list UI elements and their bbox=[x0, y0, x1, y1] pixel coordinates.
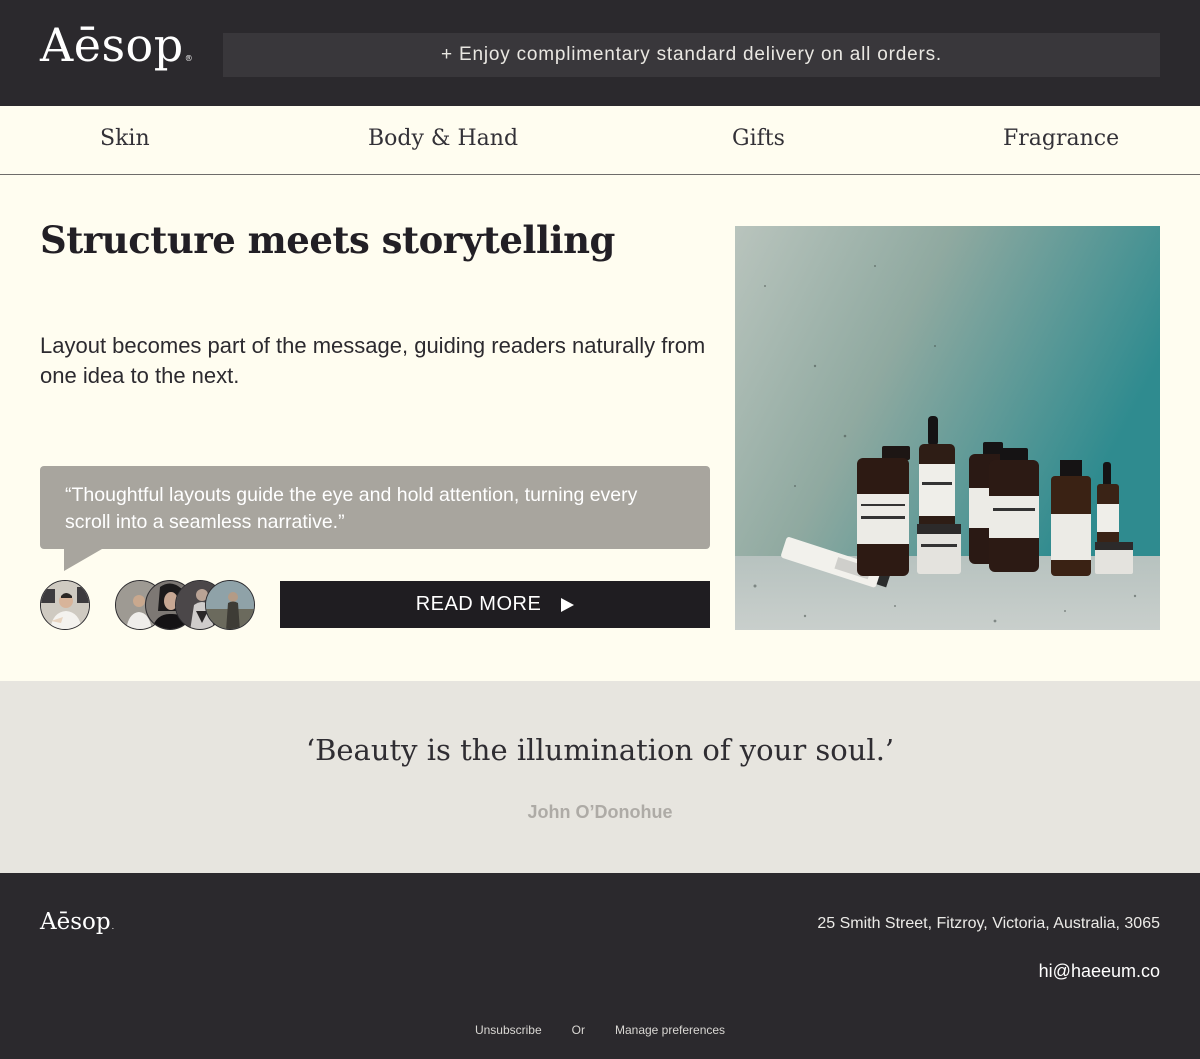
nav-item-fragrance[interactable]: Fragrance bbox=[1003, 126, 1119, 151]
brand-logo[interactable]: Aēsop® bbox=[40, 22, 193, 68]
logo-mark: ® bbox=[184, 54, 194, 63]
top-header: Aēsop® + Enjoy complimentary standard de… bbox=[0, 0, 1200, 106]
footer-logo-mark: . bbox=[111, 922, 115, 931]
footer-links: Unsubscribe Or Manage preferences bbox=[0, 1023, 1200, 1037]
nav-item-body-hand[interactable]: Body & Hand bbox=[368, 126, 518, 151]
read-more-label: READ MORE bbox=[415, 593, 542, 615]
main-nav: Skin Body & Hand Gifts Fragrance bbox=[0, 106, 1200, 175]
or-separator: Or bbox=[571, 1023, 585, 1037]
avatar[interactable] bbox=[40, 580, 90, 630]
manage-preferences-link[interactable]: Manage preferences bbox=[615, 1023, 725, 1037]
bubble-tail bbox=[64, 549, 102, 571]
hero-product-image bbox=[735, 226, 1160, 630]
quote-section: ‘Beauty is the illumination of your soul… bbox=[0, 681, 1200, 873]
unsubscribe-link[interactable]: Unsubscribe bbox=[475, 1023, 542, 1037]
nav-item-gifts[interactable]: Gifts bbox=[732, 126, 785, 151]
nav-item-skin[interactable]: Skin bbox=[100, 126, 150, 151]
hero-title: Structure meets storytelling bbox=[40, 218, 615, 262]
featured-quote: ‘Beauty is the illumination of your soul… bbox=[305, 733, 895, 767]
avatar[interactable] bbox=[205, 580, 255, 630]
person-photo-icon bbox=[41, 581, 89, 629]
promo-banner: + Enjoy complimentary standard delivery … bbox=[223, 33, 1160, 77]
footer-address: 25 Smith Street, Fitzroy, Victoria, Aust… bbox=[817, 915, 1160, 932]
quote-author: John O’Donohue bbox=[527, 802, 673, 822]
person-photo-icon bbox=[206, 581, 254, 629]
testimonial-bubble: “Thoughtful layouts guide the eye and ho… bbox=[40, 466, 710, 549]
logo-text: Aēsop bbox=[40, 18, 184, 72]
footer-email-link[interactable]: hi@haeeum.co bbox=[1039, 961, 1160, 982]
read-more-button[interactable]: READ MORE bbox=[280, 581, 710, 628]
product-bottles-illustration bbox=[735, 226, 1160, 630]
play-icon bbox=[561, 597, 575, 612]
footer-logo[interactable]: Aēsop. bbox=[40, 909, 114, 935]
hero-description: Layout becomes part of the message, guid… bbox=[40, 333, 706, 388]
footer: Aēsop. 25 Smith Street, Fitzroy, Victori… bbox=[0, 873, 1200, 1059]
footer-logo-text: Aēsop bbox=[40, 909, 111, 935]
